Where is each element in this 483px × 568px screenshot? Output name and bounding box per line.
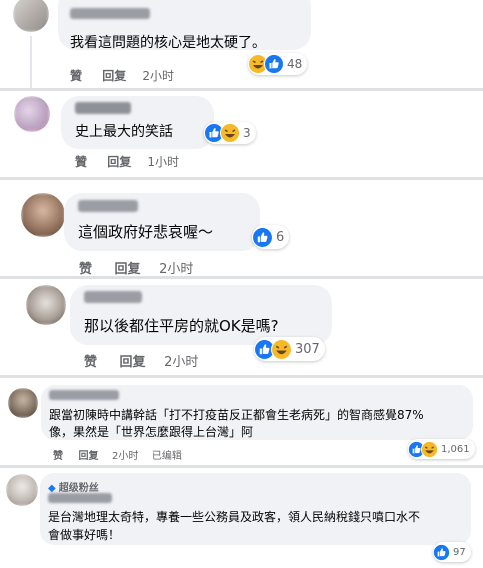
avatar[interactable] [13, 0, 49, 32]
comment-bubble: 這個政府好悲哀喔～ [64, 193, 260, 251]
reaction-count: 307 [295, 341, 320, 357]
timestamp[interactable]: 2小时 [164, 351, 198, 370]
comment-bubble: 史上最大的笑話 [61, 96, 214, 149]
comment-text: 史上最大的笑話 [75, 124, 173, 140]
haha-icon [271, 338, 292, 360]
comment-bubble: 跟當初陳時中講幹話「打不打疫苗反正都會生老病死」的智商感覺87% 像，果然是「世… [41, 385, 473, 440]
like-link[interactable]: 贊 [75, 153, 87, 170]
reaction-count: 1,061 [441, 443, 470, 455]
comment-text: 這個政府好悲哀喔～ [78, 223, 214, 241]
edited-label[interactable]: 已编辑 [152, 447, 182, 462]
author-name[interactable] [49, 390, 119, 400]
comment-6: ◆ 超级粉丝 是台灣地理太奇特，專養一些公務員及政客，領人民納稅錢只噴口水不 會做… [0, 468, 483, 568]
reply-link[interactable]: 回复 [78, 447, 98, 462]
comment-3: 這個政府好悲哀喔～ 6 赞 回复 2小时 [0, 180, 483, 276]
reaction-summary[interactable]: 1,061 [408, 439, 475, 459]
like-icon [264, 54, 284, 74]
comment-1: 我看這問題的核心是地太硬了。 48 贊 回复 2小时 [0, 0, 483, 89]
comment-bubble: ◆ 超级粉丝 是台灣地理太奇特，專養一些公務員及政客，領人民納稅錢只噴口水不 會做… [40, 473, 471, 545]
reply-link[interactable]: 回复 [115, 258, 141, 276]
like-link[interactable]: 赞 [84, 351, 97, 370]
comment-actions: 贊 回复 1小时 [75, 153, 179, 170]
comment-2: 史上最大的笑話 3 贊 回复 1小时 [0, 91, 483, 177]
fan-badge[interactable]: ◆ 超级粉丝 [48, 479, 99, 494]
timestamp[interactable]: 2小时 [142, 67, 174, 84]
comment-text-line-1: 跟當初陳時中講幹話「打不打疫苗反正都會生老病死」的智商感覺87% [49, 408, 424, 422]
reaction-summary[interactable]: 97 [433, 542, 471, 562]
comment-text-line-2: 會做事好嗎！ [48, 528, 121, 542]
comment-text: 我看這問題的核心是地太硬了。 [70, 35, 266, 51]
reaction-summary[interactable]: 3 [204, 122, 256, 144]
reply-link[interactable]: 回复 [102, 67, 126, 84]
comment-text-line-1: 是台灣地理太奇特，專養一些公務員及政客，領人民納稅錢只噴口水不 [48, 510, 421, 524]
thread-line [30, 36, 32, 89]
comment-5: 跟當初陳時中講幹話「打不打疫苗反正都會生老病死」的智商感覺87% 像，果然是「世… [0, 378, 483, 465]
timestamp[interactable]: 1小时 [147, 153, 179, 170]
comment-4: 那以後都住平房的就OK是嗎? 307 赞 回复 2小时 [0, 279, 483, 375]
haha-icon [421, 440, 438, 458]
author-name[interactable] [75, 102, 131, 114]
timestamp[interactable]: 2小时 [112, 447, 138, 462]
like-link[interactable]: 贊 [70, 67, 82, 84]
avatar[interactable] [14, 96, 50, 132]
comment-actions: 赞 回复 2小时 已编辑 [53, 447, 182, 462]
author-name[interactable] [48, 493, 112, 503]
haha-icon [220, 123, 240, 143]
reaction-count: 97 [453, 546, 466, 558]
like-link[interactable]: 赞 [53, 447, 63, 462]
timestamp[interactable]: 2小时 [159, 258, 193, 276]
reply-link[interactable]: 回复 [120, 351, 146, 370]
reaction-summary[interactable]: 6 [252, 225, 290, 249]
avatar[interactable] [8, 388, 38, 418]
reaction-count: 3 [243, 126, 251, 140]
comment-bubble: 那以後都住平房的就OK是嗎? [70, 285, 332, 345]
avatar[interactable] [6, 474, 38, 506]
reply-link[interactable]: 回复 [107, 153, 131, 170]
comment-bubble: 我看這問題的核心是地太硬了。 [58, 0, 311, 51]
reaction-summary[interactable]: 307 [254, 337, 325, 361]
reaction-summary[interactable]: 48 [248, 53, 308, 75]
reaction-count: 48 [287, 57, 303, 71]
avatar[interactable] [21, 193, 65, 237]
avatar[interactable] [26, 285, 66, 325]
reaction-count: 6 [276, 229, 285, 245]
comment-actions: 赞 回复 2小时 [84, 351, 198, 370]
comment-text-line-2: 像，果然是「世界怎麼跟得上台灣」阿 [49, 425, 254, 439]
author-name[interactable] [70, 8, 150, 19]
like-icon [433, 543, 450, 561]
like-link[interactable]: 赞 [79, 258, 92, 276]
comment-actions: 贊 回复 2小时 [70, 67, 174, 84]
author-name[interactable] [84, 291, 142, 303]
comment-actions: 赞 回复 2小时 [79, 258, 193, 276]
like-icon [252, 226, 273, 248]
author-name[interactable] [78, 200, 138, 212]
comment-text: 那以後都住平房的就OK是嗎? [84, 317, 279, 335]
